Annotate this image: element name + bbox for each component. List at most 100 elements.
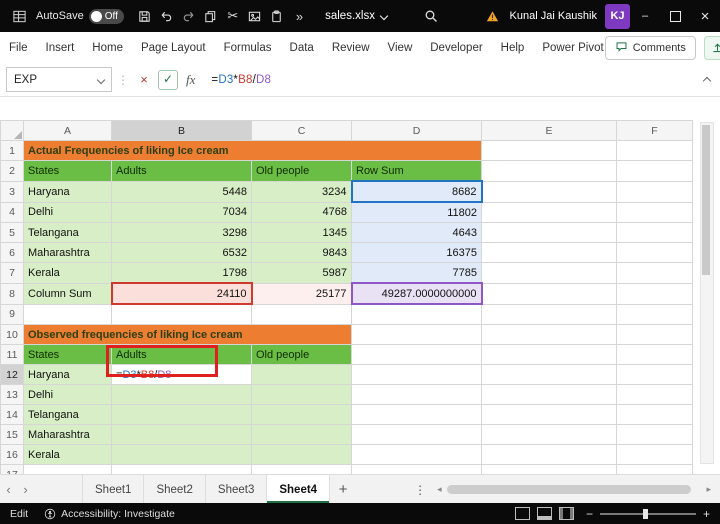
row-header[interactable]: 12 [1,365,24,385]
cell[interactable] [617,161,693,182]
sheet-tab-sheet4-active[interactable]: Sheet4 [266,475,330,504]
row-header[interactable]: 5 [1,223,24,243]
cell-C6[interactable]: 9843 [252,243,352,263]
redo-icon[interactable] [178,3,200,29]
scroll-left-icon[interactable]: ◂ [434,484,445,495]
ribbon-tab-review[interactable]: Review [331,40,371,56]
row-header[interactable]: 9 [1,304,24,325]
cell[interactable] [617,283,693,304]
cell[interactable] [252,304,352,325]
cell[interactable] [482,445,617,465]
cell-A4[interactable]: Delhi [24,202,112,223]
cell-A8[interactable]: Column Sum [24,283,112,304]
row-header[interactable]: 7 [1,263,24,284]
cell[interactable] [482,223,617,243]
cell-A3[interactable]: Haryana [24,181,112,202]
cell-B5[interactable]: 3298 [112,223,252,243]
cell-D3[interactable]: 8682 [352,181,482,202]
horizontal-scrollbar[interactable]: ◂ ▸ [434,475,714,504]
cell[interactable] [617,325,693,345]
cell[interactable] [617,202,693,223]
cell[interactable] [352,385,482,405]
cell-B13[interactable] [112,385,252,405]
column-header-d[interactable]: D [352,121,482,141]
cell-A1[interactable]: Actual Frequencies of liking Ice cream [24,141,482,161]
picture-icon[interactable] [244,3,266,29]
cell-C4[interactable]: 4768 [252,202,352,223]
cell-C8[interactable]: 25177 [252,283,352,304]
sheet-tab-sheet3[interactable]: Sheet3 [205,475,266,504]
cell[interactable] [617,365,693,385]
formula-input[interactable]: =D3*B8/D8 [211,74,271,86]
sheet-tab-sheet2[interactable]: Sheet2 [143,475,204,504]
maximize-button[interactable] [660,0,690,32]
cell-B4[interactable]: 7034 [112,202,252,223]
minimize-button[interactable]: – [630,0,660,32]
accessibility-status[interactable]: Accessibility: Investigate [44,508,175,520]
ribbon-tab-file[interactable]: File [8,40,29,56]
confirm-entry-button[interactable]: ✓ [158,70,178,90]
cell[interactable] [617,345,693,365]
cut-icon[interactable]: ✂ [222,3,244,29]
vertical-scrollbar[interactable] [700,122,714,464]
cell-B3[interactable]: 5448 [112,181,252,202]
cell[interactable] [352,325,482,345]
sheet-nav-left-icon[interactable]: ‹ [0,475,17,504]
cell[interactable] [482,141,617,161]
cell[interactable] [617,223,693,243]
ribbon-tab-data[interactable]: Data [289,40,315,56]
cell-B8[interactable]: 24110 [112,283,252,304]
vertical-scrollbar-thumb[interactable] [702,125,710,275]
row-header[interactable]: 15 [1,425,24,445]
cell-C12[interactable] [252,365,352,385]
ribbon-tab-formulas[interactable]: Formulas [223,40,273,56]
ribbon-tab-help[interactable]: Help [500,40,526,56]
zoom-slider-thumb[interactable] [643,509,648,519]
cell-B6[interactable]: 6532 [112,243,252,263]
row-header[interactable]: 14 [1,405,24,425]
cell-C15[interactable] [252,425,352,445]
cell-B11[interactable]: Adults [112,345,252,365]
cell-D7[interactable]: 7785 [352,263,482,284]
cell[interactable] [352,365,482,385]
cell-A15[interactable]: Maharashtra [24,425,112,445]
cell[interactable] [482,425,617,445]
cell-C11[interactable]: Old people [252,345,352,365]
sheet-tab-sheet1[interactable]: Sheet1 [82,475,143,504]
file-name[interactable]: sales.xlsx [325,10,387,22]
cell[interactable] [352,445,482,465]
clipboard-icon[interactable] [266,3,288,29]
cell-C5[interactable]: 1345 [252,223,352,243]
cell[interactable] [482,161,617,182]
normal-view-icon[interactable] [515,507,530,520]
share-button[interactable] [704,36,720,60]
autosave-switch[interactable]: Off [89,9,124,24]
cell-A7[interactable]: Kerala [24,263,112,284]
row-header[interactable]: 11 [1,345,24,365]
cell-A11[interactable]: States [24,345,112,365]
scroll-right-icon[interactable]: ▸ [703,484,714,495]
cell[interactable] [617,304,693,325]
cell[interactable] [617,445,693,465]
close-button[interactable]: × [690,0,720,32]
horizontal-scrollbar-thumb[interactable] [447,485,692,494]
cell-D6[interactable]: 16375 [352,243,482,263]
cell-B16[interactable] [112,445,252,465]
cell-D4[interactable]: 11802 [352,202,482,223]
column-header-a[interactable]: A [24,121,112,141]
cell-C14[interactable] [252,405,352,425]
add-sheet-button[interactable]: + [330,475,356,504]
cell[interactable] [482,385,617,405]
cell[interactable] [352,425,482,445]
cell[interactable] [617,385,693,405]
zoom-in-button[interactable]: + [703,507,710,521]
cell-A2[interactable]: States [24,161,112,182]
row-header[interactable]: 10 [1,325,24,345]
zoom-slider[interactable] [600,513,696,515]
page-break-view-icon[interactable] [559,507,574,520]
ribbon-tab-view[interactable]: View [387,40,414,56]
cell-B14[interactable] [112,405,252,425]
cell-C16[interactable] [252,445,352,465]
select-all-corner[interactable] [1,121,24,141]
cell-A16[interactable]: Kerala [24,445,112,465]
